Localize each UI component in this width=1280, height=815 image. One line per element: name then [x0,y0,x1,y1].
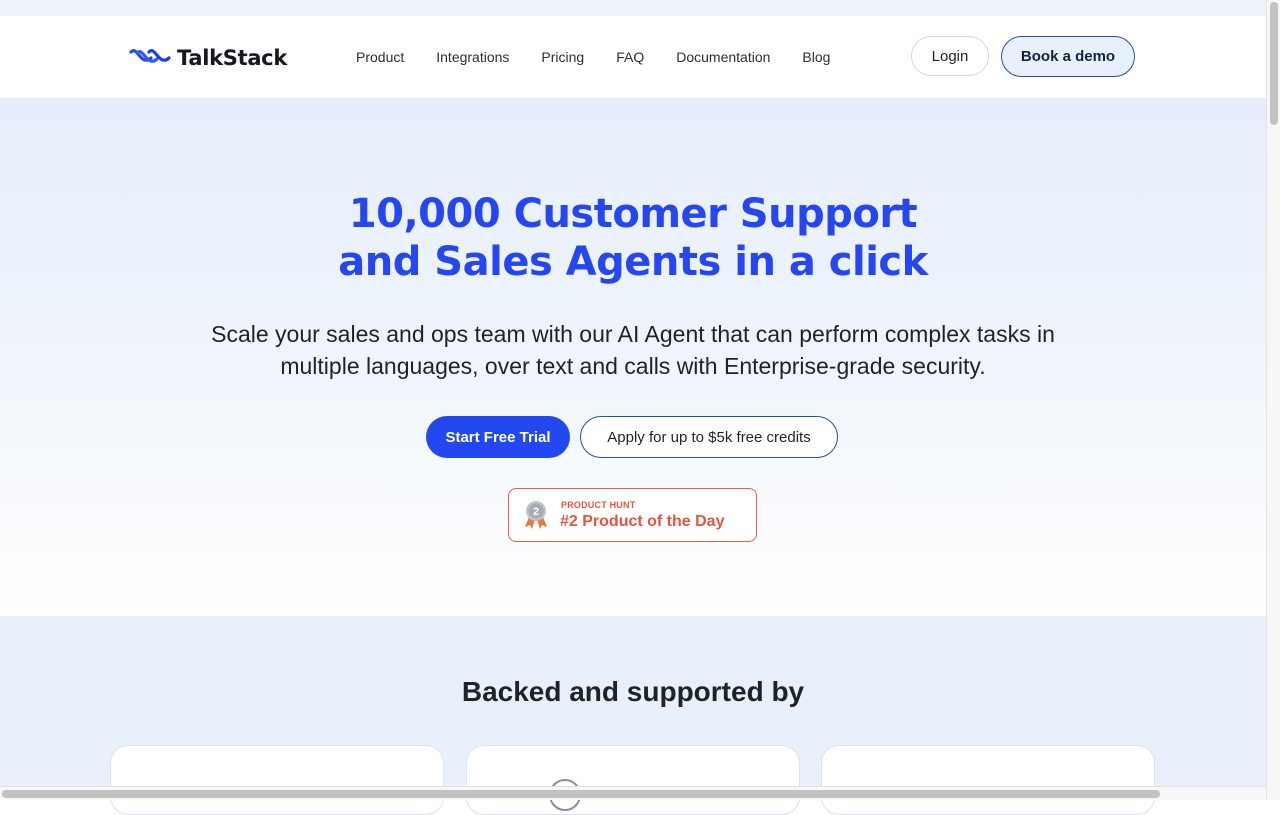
backed-title: Backed and supported by [461,676,805,707]
hero-title-line2: and Sales Agents in a click [338,239,928,285]
nav-link-product[interactable]: Product [340,49,420,65]
hero-subtitle: Scale your sales and ops team with our A… [150,318,1116,382]
nav-link-documentation[interactable]: Documentation [660,49,786,65]
nav-link-pricing[interactable]: Pricing [525,49,600,65]
login-button[interactable]: Login [911,36,989,76]
product-hunt-kicker: PRODUCT HUNT [561,500,636,510]
backer-card [466,745,800,815]
medal-icon: 2 [525,501,547,529]
book-demo-button[interactable]: Book a demo [1001,36,1135,77]
start-free-trial-button[interactable]: Start Free Trial [426,416,570,458]
brand-name: TalkStack [177,46,288,70]
horizontal-scrollbar[interactable] [0,786,1266,800]
horizontal-scrollbar-thumb[interactable] [2,790,1160,798]
top-strip [0,0,1266,16]
hero-section: 10,000 Customer Support and Sales Agents… [0,98,1266,616]
nav-links: Product Integrations Pricing FAQ Documen… [340,16,846,98]
vertical-scrollbar[interactable] [1266,0,1280,800]
product-hunt-badge[interactable]: 2 PRODUCT HUNT #2 Product of the Day [508,488,757,542]
wave-logo-icon [129,49,171,63]
apply-credits-button[interactable]: Apply for up to $5k free credits [580,416,838,458]
backer-card [110,745,444,815]
vertical-scrollbar-thumb[interactable] [1270,2,1278,125]
product-hunt-title: #2 Product of the Day [560,513,725,530]
nav-link-blog[interactable]: Blog [786,49,846,65]
nav-link-integrations[interactable]: Integrations [420,49,525,65]
brand-logo[interactable]: TalkStack [129,44,287,72]
hero-subtitle-line2: multiple languages, over text and calls … [280,353,986,379]
nav-link-faq[interactable]: FAQ [600,49,660,65]
navbar: TalkStack Product Integrations Pricing F… [0,16,1266,99]
hero-subtitle-line1: Scale your sales and ops team with our A… [211,321,1055,347]
hero-title: 10,000 Customer Support and Sales Agents… [0,190,1266,286]
backer-card [821,745,1155,815]
hero-title-line1: 10,000 Customer Support [348,191,918,237]
medal-rank: 2 [533,506,539,518]
backed-section: Backed and supported by [0,616,1266,815]
